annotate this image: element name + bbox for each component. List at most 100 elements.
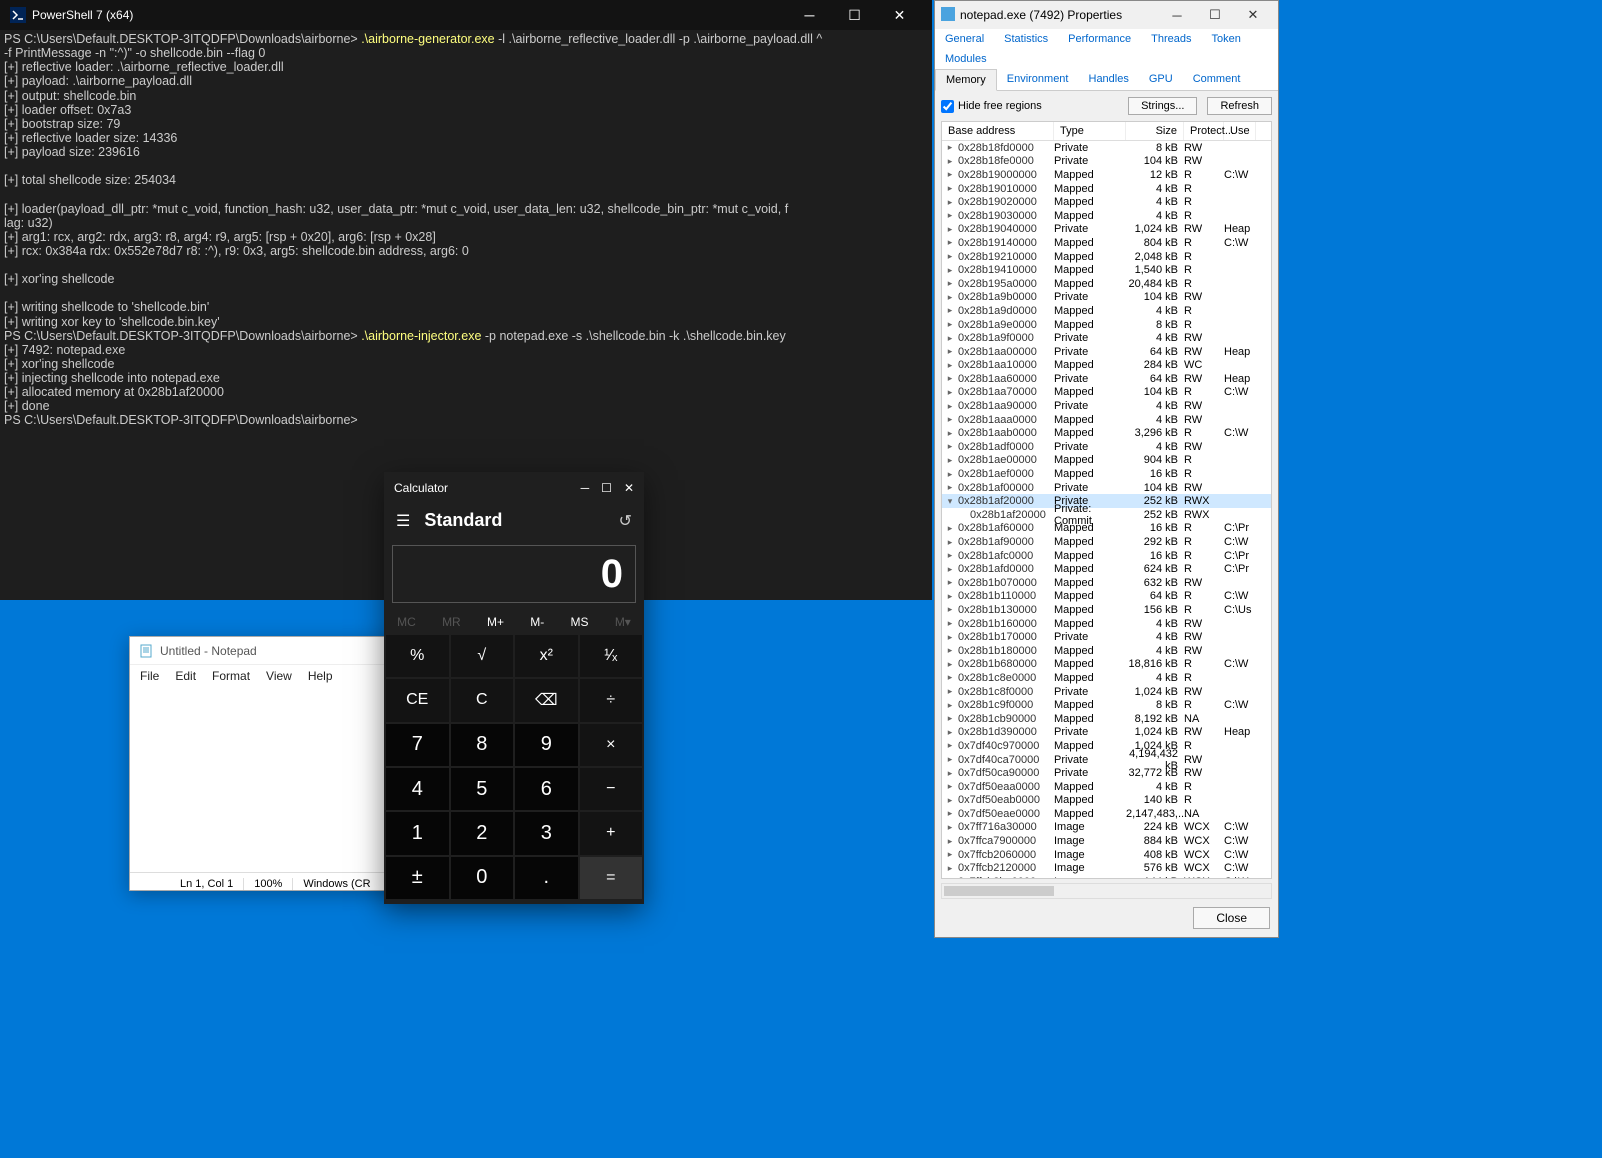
- expand-icon[interactable]: ▸: [942, 346, 958, 357]
- memory-row[interactable]: ▸0x28b19000000Mapped12 kBRC:\W: [942, 168, 1271, 182]
- menu-edit[interactable]: Edit: [175, 669, 196, 683]
- expand-icon[interactable]: ▸: [942, 237, 958, 248]
- memory-row[interactable]: ▸0x28b19140000Mapped804 kBRC:\W: [942, 236, 1271, 250]
- menu-file[interactable]: File: [140, 669, 159, 683]
- close-icon[interactable]: ✕: [877, 0, 922, 30]
- calc-key-+[interactable]: +: [580, 812, 643, 854]
- calc-key-x²[interactable]: x²: [515, 635, 578, 677]
- expand-icon[interactable]: ▸: [942, 469, 958, 480]
- memory-row[interactable]: 0x28b1af20000Private: Commit252 kBRWX: [942, 508, 1271, 522]
- expand-icon[interactable]: ▸: [942, 197, 958, 208]
- calc-key-1[interactable]: 1: [386, 812, 449, 854]
- memory-list-header[interactable]: Base address Type Size Protect... Use: [942, 122, 1271, 141]
- expand-icon[interactable]: ▸: [942, 849, 958, 860]
- memory-row[interactable]: ▸0x28b18fe0000Private104 kBRW: [942, 155, 1271, 169]
- tab-comment[interactable]: Comment: [1183, 69, 1251, 90]
- close-icon[interactable]: ✕: [624, 481, 634, 495]
- memory-row[interactable]: ▸0x28b1aef0000Mapped16 kBR: [942, 467, 1271, 481]
- memory-row[interactable]: ▸0x28b1aa60000Private64 kBRWHeap: [942, 372, 1271, 386]
- col-use[interactable]: Use: [1224, 122, 1256, 140]
- memory-row[interactable]: ▸0x7df40c970000Mapped1,024 kBR: [942, 739, 1271, 753]
- memory-row[interactable]: ▸0x28b1b170000Private4 kBRW: [942, 630, 1271, 644]
- calc-key-%[interactable]: %: [386, 635, 449, 677]
- expand-icon[interactable]: ▸: [942, 305, 958, 316]
- tab-modules[interactable]: Modules: [935, 49, 997, 69]
- expand-icon[interactable]: ▸: [942, 591, 958, 602]
- expand-icon[interactable]: ▸: [942, 740, 958, 751]
- expand-icon[interactable]: ▸: [942, 224, 958, 235]
- memory-row[interactable]: ▸0x28b1af00000Private104 kBRW: [942, 481, 1271, 495]
- calc-key-CE[interactable]: CE: [386, 679, 449, 721]
- memory-row[interactable]: ▸0x28b1adf0000Private4 kBRW: [942, 440, 1271, 454]
- expand-icon[interactable]: ▸: [942, 251, 958, 262]
- expand-icon[interactable]: ▸: [942, 768, 958, 779]
- memory-row[interactable]: ▸0x28b1afd0000Mapped624 kBRC:\Pr: [942, 562, 1271, 576]
- expand-icon[interactable]: ▸: [942, 387, 958, 398]
- powershell-body[interactable]: PS C:\Users\Default.DESKTOP-3ITQDFP\Down…: [0, 30, 932, 430]
- calc-key-0[interactable]: 0: [451, 857, 514, 899]
- memory-row[interactable]: ▸0x28b1b160000Mapped4 kBRW: [942, 617, 1271, 631]
- calc-key-⌫[interactable]: ⌫: [515, 679, 578, 721]
- expand-icon[interactable]: ▸: [942, 781, 958, 792]
- calc-key-−[interactable]: −: [580, 768, 643, 810]
- expand-icon[interactable]: ▸: [942, 156, 958, 167]
- memory-row[interactable]: ▸0x28b18fd0000Private8 kBRW: [942, 141, 1271, 155]
- calc-key-√[interactable]: √: [451, 635, 514, 677]
- col-protect[interactable]: Protect...: [1184, 122, 1224, 140]
- maximize-icon[interactable]: ☐: [1196, 2, 1234, 28]
- memory-row[interactable]: ▸0x28b19010000Mapped4 kBR: [942, 182, 1271, 196]
- col-type[interactable]: Type: [1054, 122, 1126, 140]
- calc-key-±[interactable]: ±: [386, 857, 449, 899]
- expand-icon[interactable]: ▸: [942, 659, 958, 670]
- memory-row[interactable]: ▸0x28b1a9d0000Mapped4 kBR: [942, 304, 1271, 318]
- col-size[interactable]: Size: [1126, 122, 1184, 140]
- memory-row[interactable]: ▸0x28b1af60000Mapped16 kBRC:\Pr: [942, 522, 1271, 536]
- expand-icon[interactable]: ▸: [942, 373, 958, 384]
- memory-row[interactable]: ▸0x28b1aa90000Private4 kBRW: [942, 399, 1271, 413]
- expand-icon[interactable]: ▸: [942, 441, 958, 452]
- memory-row[interactable]: ▸0x28b1afc0000Mapped16 kBRC:\Pr: [942, 549, 1271, 563]
- tab-token[interactable]: Token: [1202, 29, 1251, 49]
- properties-titlebar[interactable]: notepad.exe (7492) Properties ─ ☐ ✕: [935, 1, 1278, 29]
- expand-icon[interactable]: ▸: [942, 604, 958, 615]
- calc-key-2[interactable]: 2: [451, 812, 514, 854]
- memory-list[interactable]: Base address Type Size Protect... Use ▸0…: [941, 121, 1272, 879]
- menu-format[interactable]: Format: [212, 669, 250, 683]
- memory-row[interactable]: ▸0x28b1cb90000Mapped8,192 kBNA: [942, 712, 1271, 726]
- hamburger-icon[interactable]: ☰: [396, 511, 410, 531]
- expand-icon[interactable]: ▸: [942, 564, 958, 575]
- calc-key-3[interactable]: 3: [515, 812, 578, 854]
- strings-button[interactable]: Strings...: [1128, 97, 1197, 115]
- memory-row[interactable]: ▸0x28b1a9f0000Private4 kBRW: [942, 331, 1271, 345]
- mem-M-[interactable]: M-: [530, 615, 544, 629]
- expand-icon[interactable]: ▸: [942, 795, 958, 806]
- expand-icon[interactable]: ▸: [942, 455, 958, 466]
- memory-row[interactable]: ▸0x28b1aa10000Mapped284 kBWC: [942, 359, 1271, 373]
- memory-row[interactable]: ▸0x7df50eae0000Mapped2,147,483,...NA: [942, 807, 1271, 821]
- memory-row[interactable]: ▸0x28b1c8e0000Mapped4 kBR: [942, 671, 1271, 685]
- expand-icon[interactable]: ▸: [942, 876, 958, 879]
- calc-key-5[interactable]: 5: [451, 768, 514, 810]
- calc-key-9[interactable]: 9: [515, 724, 578, 766]
- expand-icon[interactable]: ▸: [942, 836, 958, 847]
- expand-icon[interactable]: ▸: [942, 142, 958, 153]
- memory-row[interactable]: ▸0x28b1b070000Mapped632 kBRW: [942, 576, 1271, 590]
- tab-memory[interactable]: Memory: [935, 69, 997, 91]
- memory-row[interactable]: ▸0x7df40ca70000Private4,194,432 kBRW: [942, 753, 1271, 767]
- memory-row[interactable]: ▸0x7ffcb2120000Image576 kBWCXC:\W: [942, 861, 1271, 875]
- expand-icon[interactable]: ▸: [942, 319, 958, 330]
- expand-icon[interactable]: ▸: [942, 537, 958, 548]
- expand-icon[interactable]: ▸: [942, 482, 958, 493]
- memory-row[interactable]: ▸0x28b1ae00000Mapped904 kBR: [942, 454, 1271, 468]
- maximize-icon[interactable]: ☐: [832, 0, 877, 30]
- powershell-titlebar[interactable]: PowerShell 7 (x64) ─ ☐ ✕: [0, 0, 932, 30]
- calc-key-¹⁄ₓ[interactable]: ¹⁄ₓ: [580, 635, 643, 677]
- refresh-button[interactable]: Refresh: [1207, 97, 1272, 115]
- calculator-titlebar[interactable]: Calculator ─ ☐ ✕: [384, 472, 644, 504]
- expand-icon[interactable]: ▸: [942, 700, 958, 711]
- tab-handles[interactable]: Handles: [1079, 69, 1139, 90]
- memory-row[interactable]: ▸0x7ffca7900000Image884 kBWCXC:\W: [942, 834, 1271, 848]
- memory-row[interactable]: ▸0x28b1aab0000Mapped3,296 kBRC:\W: [942, 426, 1271, 440]
- hide-free-regions-checkbox[interactable]: Hide free regions: [941, 100, 1042, 113]
- calc-key-4[interactable]: 4: [386, 768, 449, 810]
